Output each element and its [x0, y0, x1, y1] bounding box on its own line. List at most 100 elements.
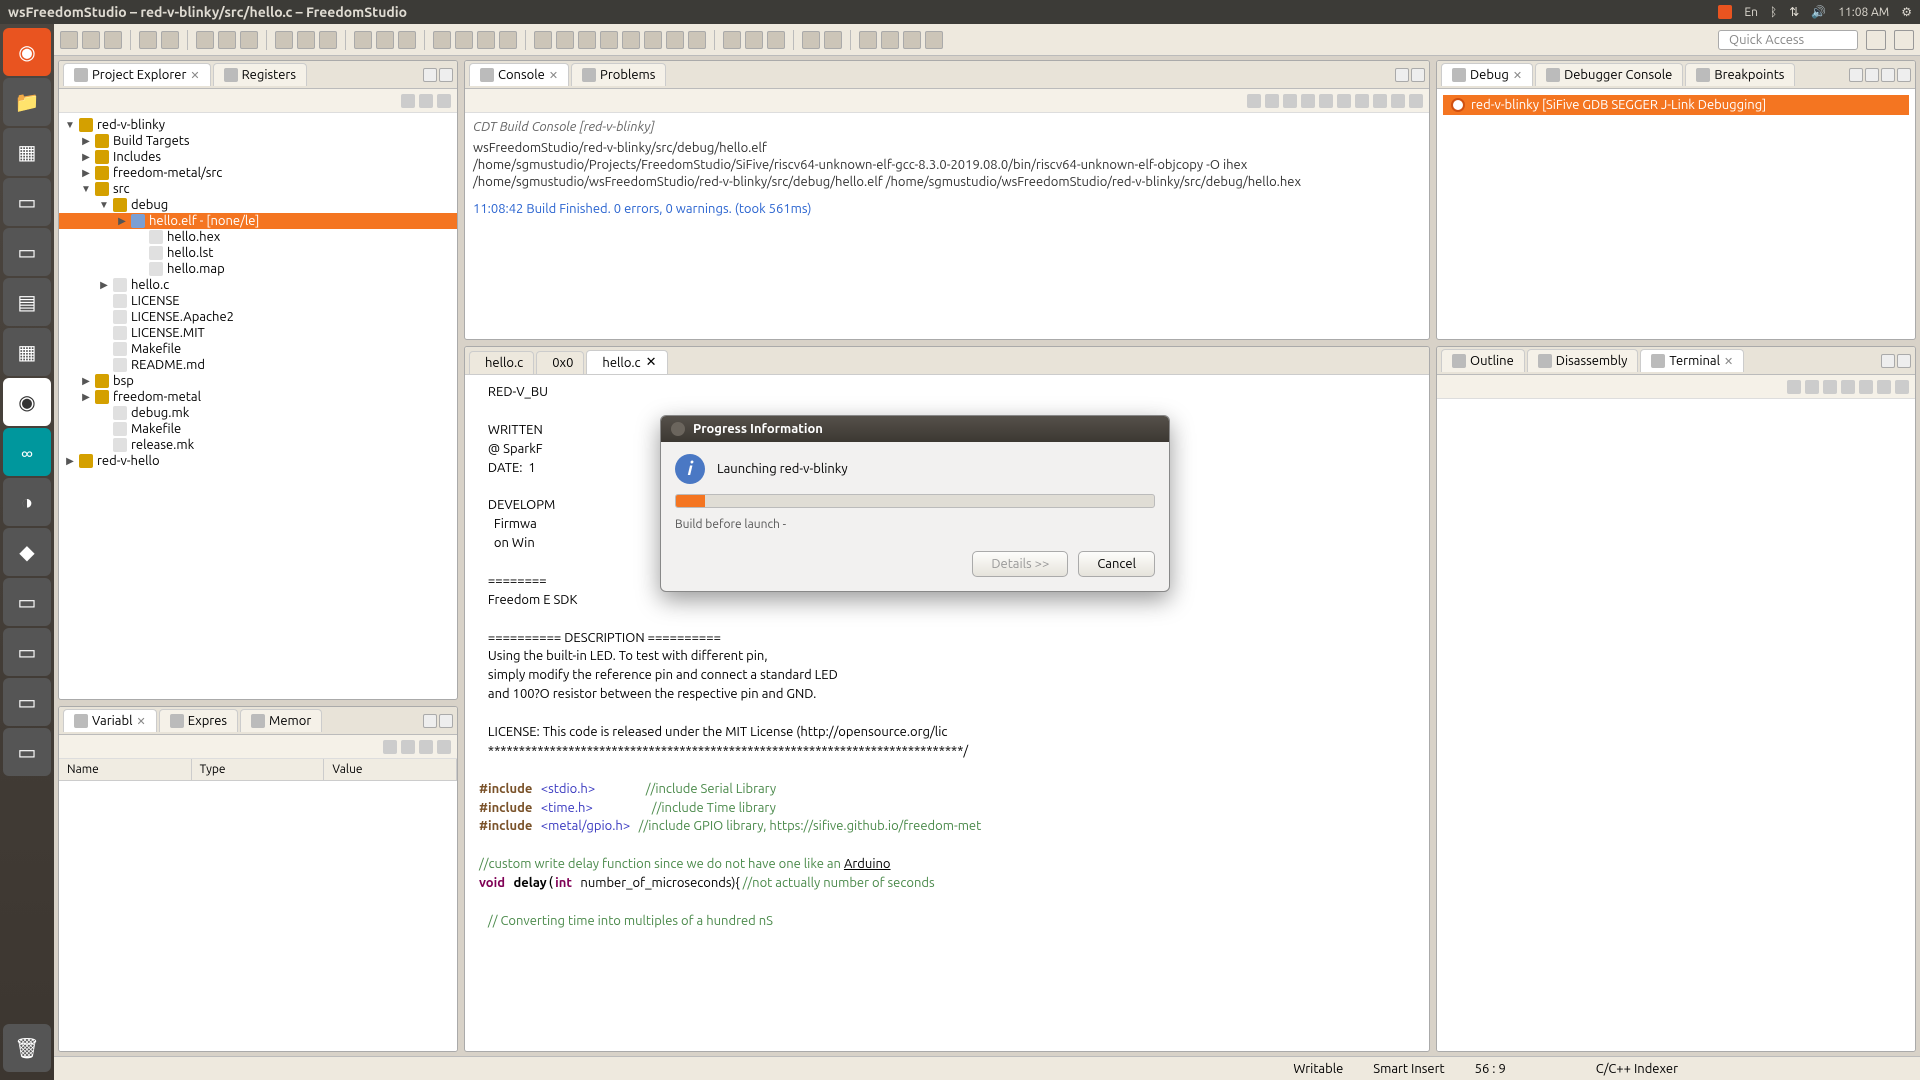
collapse-all-icon[interactable]: [401, 94, 415, 108]
expand-arrow-icon[interactable]: ▶: [81, 375, 91, 387]
tree-item[interactable]: ▶hello.c: [59, 277, 457, 293]
app-icon-5[interactable]: ▭: [3, 578, 51, 626]
toolbar-btn[interactable]: [419, 740, 433, 754]
toolbar-skip-icon[interactable]: [534, 31, 552, 49]
clock[interactable]: 11:08 AM: [1838, 6, 1889, 19]
expand-arrow-icon[interactable]: ▼: [65, 119, 75, 131]
variables-body[interactable]: [59, 781, 457, 1051]
expand-arrow-icon[interactable]: ▶: [65, 455, 75, 467]
quick-access-input[interactable]: Quick Access: [1718, 30, 1858, 50]
tree-item[interactable]: ▶bsp: [59, 373, 457, 389]
details-button[interactable]: Details >>: [972, 551, 1068, 577]
tray-notification-icon[interactable]: [1718, 5, 1732, 19]
app-icon-3[interactable]: ▦: [3, 328, 51, 376]
clear-icon[interactable]: [1265, 94, 1279, 108]
bluetooth-icon[interactable]: ᛒ: [1770, 6, 1777, 19]
toolbar-btn[interactable]: [1355, 94, 1369, 108]
toolbar-new-icon[interactable]: [60, 31, 78, 49]
tree-item[interactable]: LICENSE.Apache2: [59, 309, 457, 325]
tree-item[interactable]: ▶freedom-metal: [59, 389, 457, 405]
toolbar-btn[interactable]: [881, 31, 899, 49]
tray-lang[interactable]: En: [1744, 6, 1758, 19]
toolbar-btn[interactable]: [903, 31, 921, 49]
toolbar-stepinto-icon[interactable]: [644, 31, 662, 49]
pin-icon[interactable]: [1283, 94, 1297, 108]
maximize-icon[interactable]: [1897, 68, 1911, 82]
view-menu-icon[interactable]: [437, 94, 451, 108]
editor-tab-3[interactable]: hello.c ✕: [586, 350, 667, 374]
expand-arrow-icon[interactable]: ▶: [99, 279, 109, 291]
toolbar-btn[interactable]: [824, 31, 842, 49]
chrome-icon[interactable]: ◉: [3, 378, 51, 426]
close-icon[interactable]: ✕: [549, 69, 558, 82]
toolbar-resume-icon[interactable]: [556, 31, 574, 49]
toolbar-profile-icon[interactable]: [319, 31, 337, 49]
toolbar-btn[interactable]: [1319, 94, 1333, 108]
toolbar-build-icon[interactable]: [139, 31, 157, 49]
toolbar-btn[interactable]: [354, 31, 372, 49]
minimize-icon[interactable]: [1881, 354, 1895, 368]
freedomstudio-icon[interactable]: ◆: [3, 528, 51, 576]
debug-launch-item[interactable]: red-v-blinky [SiFive GDB SEGGER J-Link D…: [1443, 95, 1909, 115]
toolbar-btn[interactable]: [376, 31, 394, 49]
maximize-icon[interactable]: [1411, 68, 1425, 82]
minimize-icon[interactable]: [1395, 68, 1409, 82]
toolbar-btn[interactable]: [745, 31, 763, 49]
col-name[interactable]: Name: [59, 759, 192, 780]
terminal-icon[interactable]: ▭: [3, 178, 51, 226]
tab-breakpoints[interactable]: Breakpoints: [1685, 63, 1795, 86]
files-icon[interactable]: 📁: [3, 78, 51, 126]
col-value[interactable]: Value: [324, 759, 457, 780]
debug-tree[interactable]: red-v-blinky [SiFive GDB SEGGER J-Link D…: [1437, 89, 1915, 339]
toolbar-btn[interactable]: [398, 31, 416, 49]
close-icon[interactable]: ✕: [137, 715, 146, 728]
dialog-titlebar[interactable]: Progress Information: [661, 416, 1169, 442]
tree-item[interactable]: ▼debug: [59, 197, 457, 213]
minimize-icon[interactable]: [423, 714, 437, 728]
expand-arrow-icon[interactable]: ▶: [81, 167, 91, 179]
toolbar-btn[interactable]: [1865, 68, 1879, 82]
minimize-icon[interactable]: [1881, 68, 1895, 82]
project-tree[interactable]: ▼red-v-blinky▶Build Targets▶Includes▶fre…: [59, 113, 457, 699]
toolbar-btn[interactable]: [723, 31, 741, 49]
close-icon[interactable]: ✕: [1724, 355, 1733, 368]
editor-tab-2[interactable]: 0x0: [536, 351, 584, 374]
expand-arrow-icon[interactable]: ▶: [117, 215, 127, 227]
toolbar-btn[interactable]: [1841, 380, 1855, 394]
tree-item[interactable]: debug.mk: [59, 405, 457, 421]
tree-item[interactable]: ▶hello.elf - [none/le]: [59, 213, 457, 229]
toolbar-btn[interactable]: [433, 31, 451, 49]
dialog-close-icon[interactable]: [671, 422, 685, 436]
tab-registers[interactable]: Registers: [213, 63, 307, 86]
app-icon-8[interactable]: ▭: [3, 728, 51, 776]
tree-item[interactable]: hello.map: [59, 261, 457, 277]
expand-arrow-icon[interactable]: ▼: [99, 199, 109, 211]
close-icon[interactable]: ✕: [190, 69, 199, 82]
scroll-lock-icon[interactable]: [1247, 94, 1261, 108]
maximize-icon[interactable]: [439, 68, 453, 82]
toolbar-run-icon[interactable]: [297, 31, 315, 49]
tree-item[interactable]: Makefile: [59, 341, 457, 357]
toolbar-btn[interactable]: [477, 31, 495, 49]
toolbar-btn[interactable]: [1849, 68, 1863, 82]
sound-icon[interactable]: 🔊: [1811, 5, 1826, 19]
tree-item[interactable]: release.mk: [59, 437, 457, 453]
tree-item[interactable]: Makefile: [59, 421, 457, 437]
trash-icon[interactable]: 🗑: [3, 1024, 51, 1072]
toolbar-btn[interactable]: [925, 31, 943, 49]
toolbar-btn[interactable]: [1787, 380, 1801, 394]
toolbar-btn[interactable]: [1301, 94, 1315, 108]
toolbar-btn[interactable]: [383, 740, 397, 754]
tree-item[interactable]: ▼src: [59, 181, 457, 197]
toolbar-btn[interactable]: [767, 31, 785, 49]
toolbar-btn[interactable]: [240, 31, 258, 49]
tab-memory[interactable]: Memor: [240, 709, 322, 732]
maximize-icon[interactable]: [1897, 354, 1911, 368]
tab-outline[interactable]: Outline: [1441, 349, 1525, 372]
toolbar-btn[interactable]: [1337, 94, 1351, 108]
tree-item[interactable]: ▶Includes: [59, 149, 457, 165]
toolbar-stop-icon[interactable]: [600, 31, 618, 49]
toolbar-btn[interactable]: [1859, 380, 1873, 394]
toolbar-btn[interactable]: [499, 31, 517, 49]
tree-item[interactable]: hello.lst: [59, 245, 457, 261]
